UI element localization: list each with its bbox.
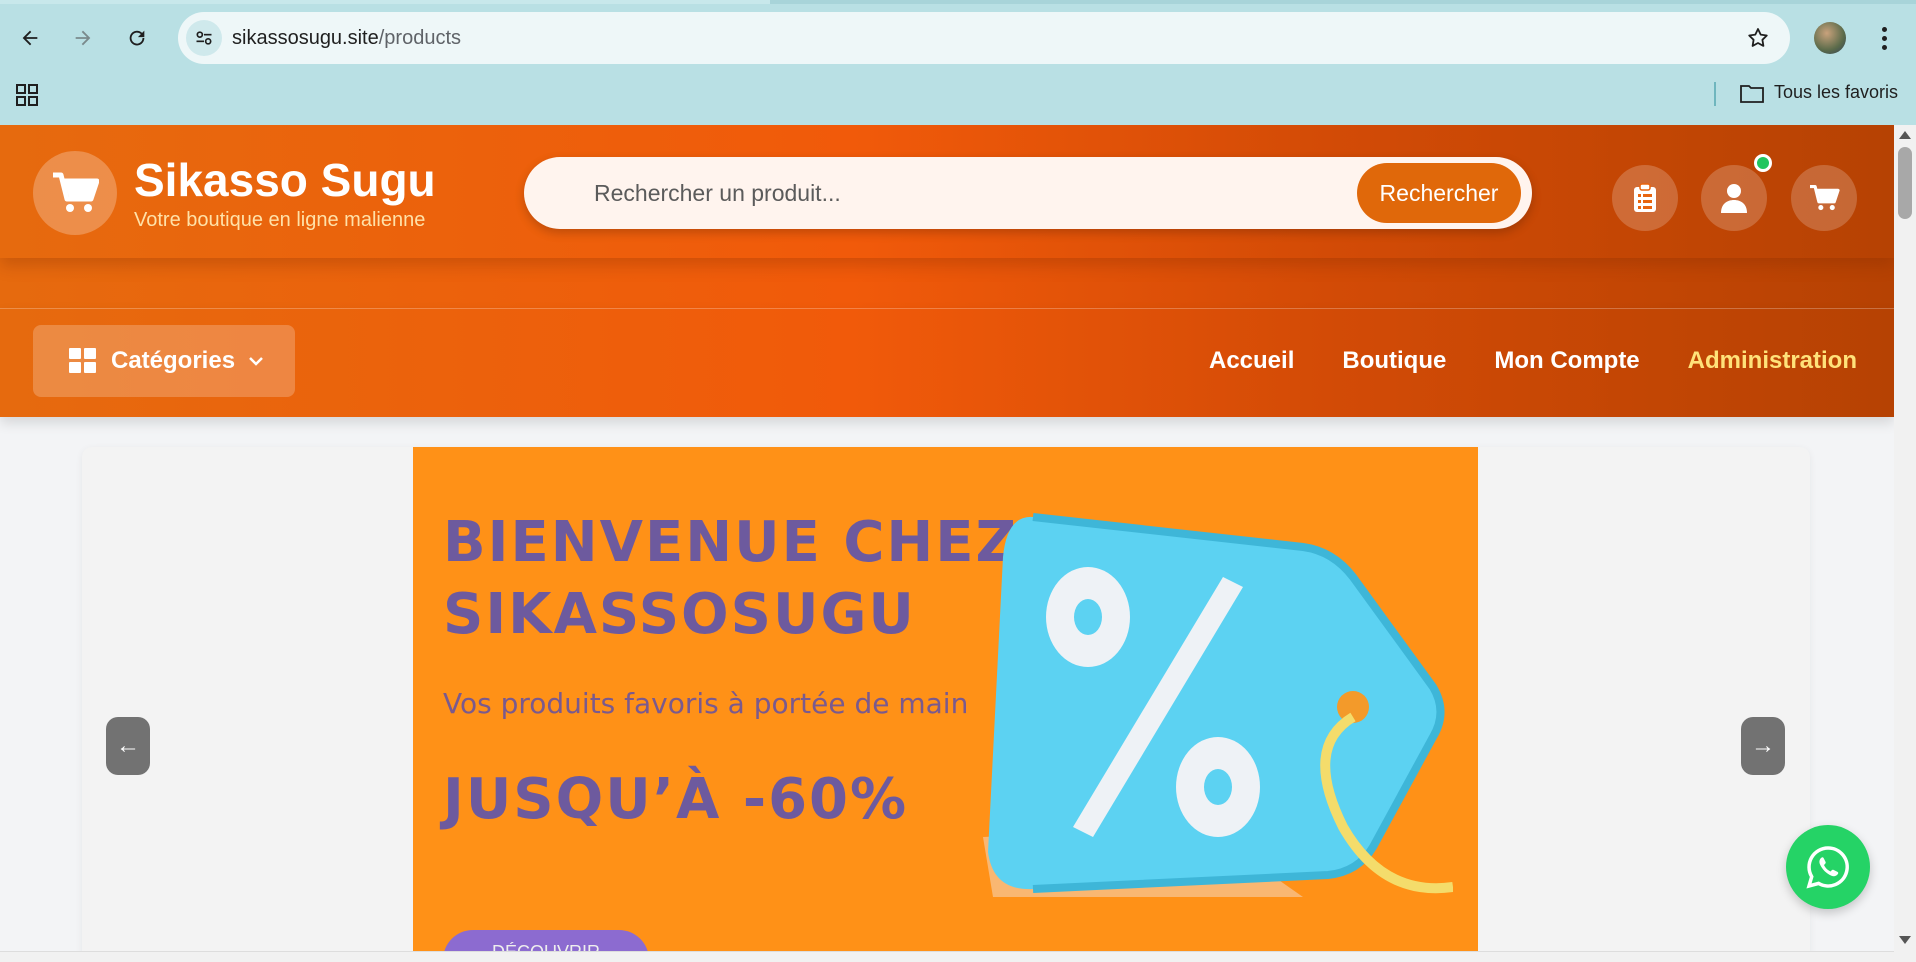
scroll-up-arrow[interactable]	[1899, 131, 1911, 139]
back-arrow-icon	[22, 30, 38, 46]
horizontal-scrollbar[interactable]	[0, 951, 1894, 962]
site-header: Sikasso Sugu Votre boutique en ligne mal…	[0, 125, 1894, 417]
nav-link-boutique[interactable]: Boutique	[1342, 347, 1446, 375]
nav-link-administration[interactable]: Administration	[1688, 347, 1857, 375]
search-input[interactable]	[594, 173, 1274, 213]
forward-arrow-icon	[75, 30, 91, 46]
clipboard-icon	[1634, 183, 1656, 212]
scroll-down-arrow[interactable]	[1899, 936, 1911, 944]
user-icon	[1721, 184, 1747, 213]
cart-button[interactable]	[1791, 165, 1857, 231]
all-bookmarks-button[interactable]: Tous les favoris	[1740, 82, 1898, 103]
back-button[interactable]	[10, 18, 50, 58]
whatsapp-icon	[1806, 846, 1849, 889]
url-text: sikassosugu.site/products	[232, 27, 461, 50]
slider-prev-button[interactable]: ←	[106, 717, 150, 775]
bookmark-divider	[1714, 82, 1716, 106]
banner-title: BIENVENUE CHEZ SIKASSOSUGU	[443, 507, 1018, 651]
url-domain: sikassosugu.site	[232, 27, 379, 49]
main-navigation: Catégories Accueil Boutique Mon Compte A…	[0, 308, 1894, 417]
cart-icon	[1810, 184, 1840, 211]
bookmark-star-icon[interactable]	[1746, 26, 1770, 50]
cart-icon	[53, 172, 99, 212]
active-tab[interactable]	[0, 0, 770, 4]
whatsapp-chat-button[interactable]	[1786, 825, 1870, 909]
website-viewport: Sikasso Sugu Votre boutique en ligne mal…	[0, 125, 1894, 962]
grid-icon	[69, 348, 96, 373]
slider-next-button[interactable]: →	[1741, 717, 1785, 775]
nav-link-accueil[interactable]: Accueil	[1209, 347, 1294, 375]
banner-subtitle: Vos produits favoris à portée de main	[443, 687, 969, 720]
all-bookmarks-label: Tous les favoris	[1774, 82, 1899, 102]
apps-grid-icon[interactable]	[16, 84, 38, 106]
scroll-thumb[interactable]	[1898, 147, 1912, 219]
logo-badge[interactable]	[33, 151, 117, 235]
site-tagline: Votre boutique en ligne malienne	[134, 209, 426, 231]
chevron-down-icon	[249, 357, 263, 366]
vertical-scrollbar[interactable]	[1894, 125, 1916, 962]
account-button[interactable]	[1701, 165, 1767, 231]
url-path: /products	[378, 27, 462, 49]
browser-chrome: sikassosugu.site/products Tous les favor…	[0, 0, 1916, 125]
discount-tag-illustration	[983, 513, 1453, 897]
folder-icon	[1740, 84, 1764, 103]
tab-strip	[0, 0, 1916, 4]
online-status-indicator	[1754, 154, 1772, 172]
reload-icon	[129, 30, 145, 46]
header-top-bar: Sikasso Sugu Votre boutique en ligne mal…	[0, 125, 1894, 258]
orders-button[interactable]	[1612, 165, 1678, 231]
nav-link-mon-compte[interactable]: Mon Compte	[1494, 347, 1639, 375]
banner-title-line1: BIENVENUE CHEZ	[443, 510, 1019, 575]
categories-dropdown[interactable]: Catégories	[33, 325, 295, 397]
address-bar[interactable]: sikassosugu.site/products	[178, 12, 1790, 64]
search-button[interactable]: Rechercher	[1357, 163, 1521, 223]
site-info-icon[interactable]	[186, 20, 222, 56]
browser-menu-icon[interactable]	[1872, 22, 1896, 54]
categories-label: Catégories	[111, 347, 236, 374]
reload-button[interactable]	[117, 18, 157, 58]
promo-banner[interactable]: BIENVENUE CHEZ SIKASSOSUGU Vos produits …	[413, 447, 1478, 962]
forward-button[interactable]	[63, 18, 103, 58]
search-bar: Rechercher	[524, 157, 1532, 229]
banner-promo: JUSQU’À -60%	[443, 767, 909, 832]
banner-title-line2: SIKASSOSUGU	[443, 582, 916, 647]
nav-links: Accueil Boutique Mon Compte Administrati…	[1209, 347, 1857, 375]
profile-avatar[interactable]	[1814, 22, 1846, 54]
site-brand-name[interactable]: Sikasso Sugu	[134, 153, 436, 207]
